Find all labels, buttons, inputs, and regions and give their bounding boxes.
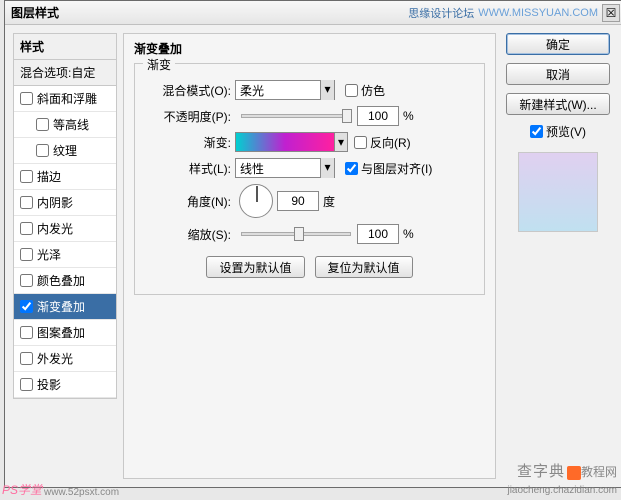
dither-checkbox[interactable]: 仿色 [345,82,385,99]
watermark-ps: PS学堂 [2,481,42,498]
dialog-title: 图层样式 [11,4,59,21]
styles-panel: 样式 混合选项:自定 斜面和浮雕等高线纹理描边内阴影内发光光泽颜色叠加渐变叠加图… [13,33,117,479]
style-item-label: 渐变叠加 [37,298,85,315]
watermark-ps-url: www.52psxt.com [44,487,119,498]
style-item-label: 图案叠加 [37,324,85,341]
scale-input[interactable]: 100 [357,224,399,244]
preview-checkbox[interactable]: 预览(V) [530,123,586,140]
watermark-chazidian: 查字典教程网 jiaocheng.chazidian.com [507,460,617,496]
opacity-label: 不透明度(P): [145,108,235,125]
scale-unit: % [403,227,414,241]
style-checkbox[interactable] [36,144,49,157]
style-checkbox[interactable] [20,326,33,339]
center-panel: 渐变叠加 渐变 混合模式(O): 柔光 ▾ 仿色 不透明度(P): 100 % [123,33,496,479]
logo-icon [567,466,581,480]
style-item-label: 等高线 [53,116,89,133]
angle-unit: 度 [323,193,335,210]
forum-url: WWW.MISSYUAN.COM [478,7,598,19]
align-checkbox[interactable]: 与图层对齐(I) [345,160,432,177]
titlebar: 图层样式 思缘设计论坛 WWW.MISSYUAN.COM ☒ [5,1,621,25]
style-checkbox[interactable] [20,300,33,313]
style-item-label: 描边 [37,168,61,185]
style-item-label: 斜面和浮雕 [37,90,97,107]
opacity-unit: % [403,109,414,123]
style-checkbox[interactable] [20,92,33,105]
preview-swatch [518,152,598,232]
blend-options-header[interactable]: 混合选项:自定 [13,60,117,86]
style-select[interactable]: 线性 ▾ [235,158,335,178]
close-icon: ☒ [606,6,617,20]
scale-label: 缩放(S): [145,226,235,243]
angle-dial[interactable] [239,184,273,218]
angle-label: 角度(N): [145,193,235,210]
style-checkbox[interactable] [20,378,33,391]
style-item-6[interactable]: 光泽 [14,242,116,268]
style-item-label: 颜色叠加 [37,272,85,289]
gradient-picker[interactable] [235,132,335,152]
style-checkbox[interactable] [20,170,33,183]
style-value: 线性 [240,160,264,177]
style-checkbox[interactable] [20,352,33,365]
style-checkbox[interactable] [36,118,49,131]
gradient-dropdown[interactable]: ▾ [334,132,348,152]
fieldset-title: 渐变 [143,56,175,73]
forum-text: 思缘设计论坛 [408,5,474,21]
style-item-7[interactable]: 颜色叠加 [14,268,116,294]
style-checkbox[interactable] [20,196,33,209]
gradient-label: 渐变: [145,134,235,151]
reverse-checkbox[interactable]: 反向(R) [354,134,411,151]
style-item-label: 光泽 [37,246,61,263]
style-item-label: 内阴影 [37,194,73,211]
style-item-11[interactable]: 投影 [14,372,116,398]
opacity-input[interactable]: 100 [357,106,399,126]
new-style-button[interactable]: 新建样式(W)... [506,93,610,115]
style-item-5[interactable]: 内发光 [14,216,116,242]
style-item-4[interactable]: 内阴影 [14,190,116,216]
style-item-label: 外发光 [37,350,73,367]
cancel-button[interactable]: 取消 [506,63,610,85]
blend-mode-value: 柔光 [240,82,264,99]
ok-button[interactable]: 确定 [506,33,610,55]
reset-default-button[interactable]: 复位为默认值 [315,256,413,278]
chevron-down-icon: ▾ [320,158,334,178]
style-checkbox[interactable] [20,248,33,261]
style-list: 斜面和浮雕等高线纹理描边内阴影内发光光泽颜色叠加渐变叠加图案叠加外发光投影 [13,86,117,399]
style-checkbox[interactable] [20,274,33,287]
chevron-down-icon: ▾ [320,80,334,100]
close-button[interactable]: ☒ [602,4,620,22]
gradient-fieldset: 渐变 混合模式(O): 柔光 ▾ 仿色 不透明度(P): 100 % [134,63,485,295]
style-item-0[interactable]: 斜面和浮雕 [14,86,116,112]
style-label: 样式(L): [145,160,235,177]
style-item-8[interactable]: 渐变叠加 [14,294,116,320]
blend-mode-select[interactable]: 柔光 ▾ [235,80,335,100]
section-title: 渐变叠加 [134,40,485,57]
scale-slider[interactable] [241,232,351,236]
right-panel: 确定 取消 新建样式(W)... 预览(V) [502,33,614,479]
style-item-9[interactable]: 图案叠加 [14,320,116,346]
style-item-label: 内发光 [37,220,73,237]
style-item-label: 纹理 [53,142,77,159]
style-checkbox[interactable] [20,222,33,235]
styles-header: 样式 [13,33,117,60]
style-item-10[interactable]: 外发光 [14,346,116,372]
style-item-2[interactable]: 纹理 [14,138,116,164]
style-item-label: 投影 [37,376,61,393]
opacity-slider[interactable] [241,114,351,118]
angle-input[interactable]: 90 [277,191,319,211]
make-default-button[interactable]: 设置为默认值 [206,256,304,278]
style-item-3[interactable]: 描边 [14,164,116,190]
blend-mode-label: 混合模式(O): [145,82,235,99]
style-item-1[interactable]: 等高线 [14,112,116,138]
